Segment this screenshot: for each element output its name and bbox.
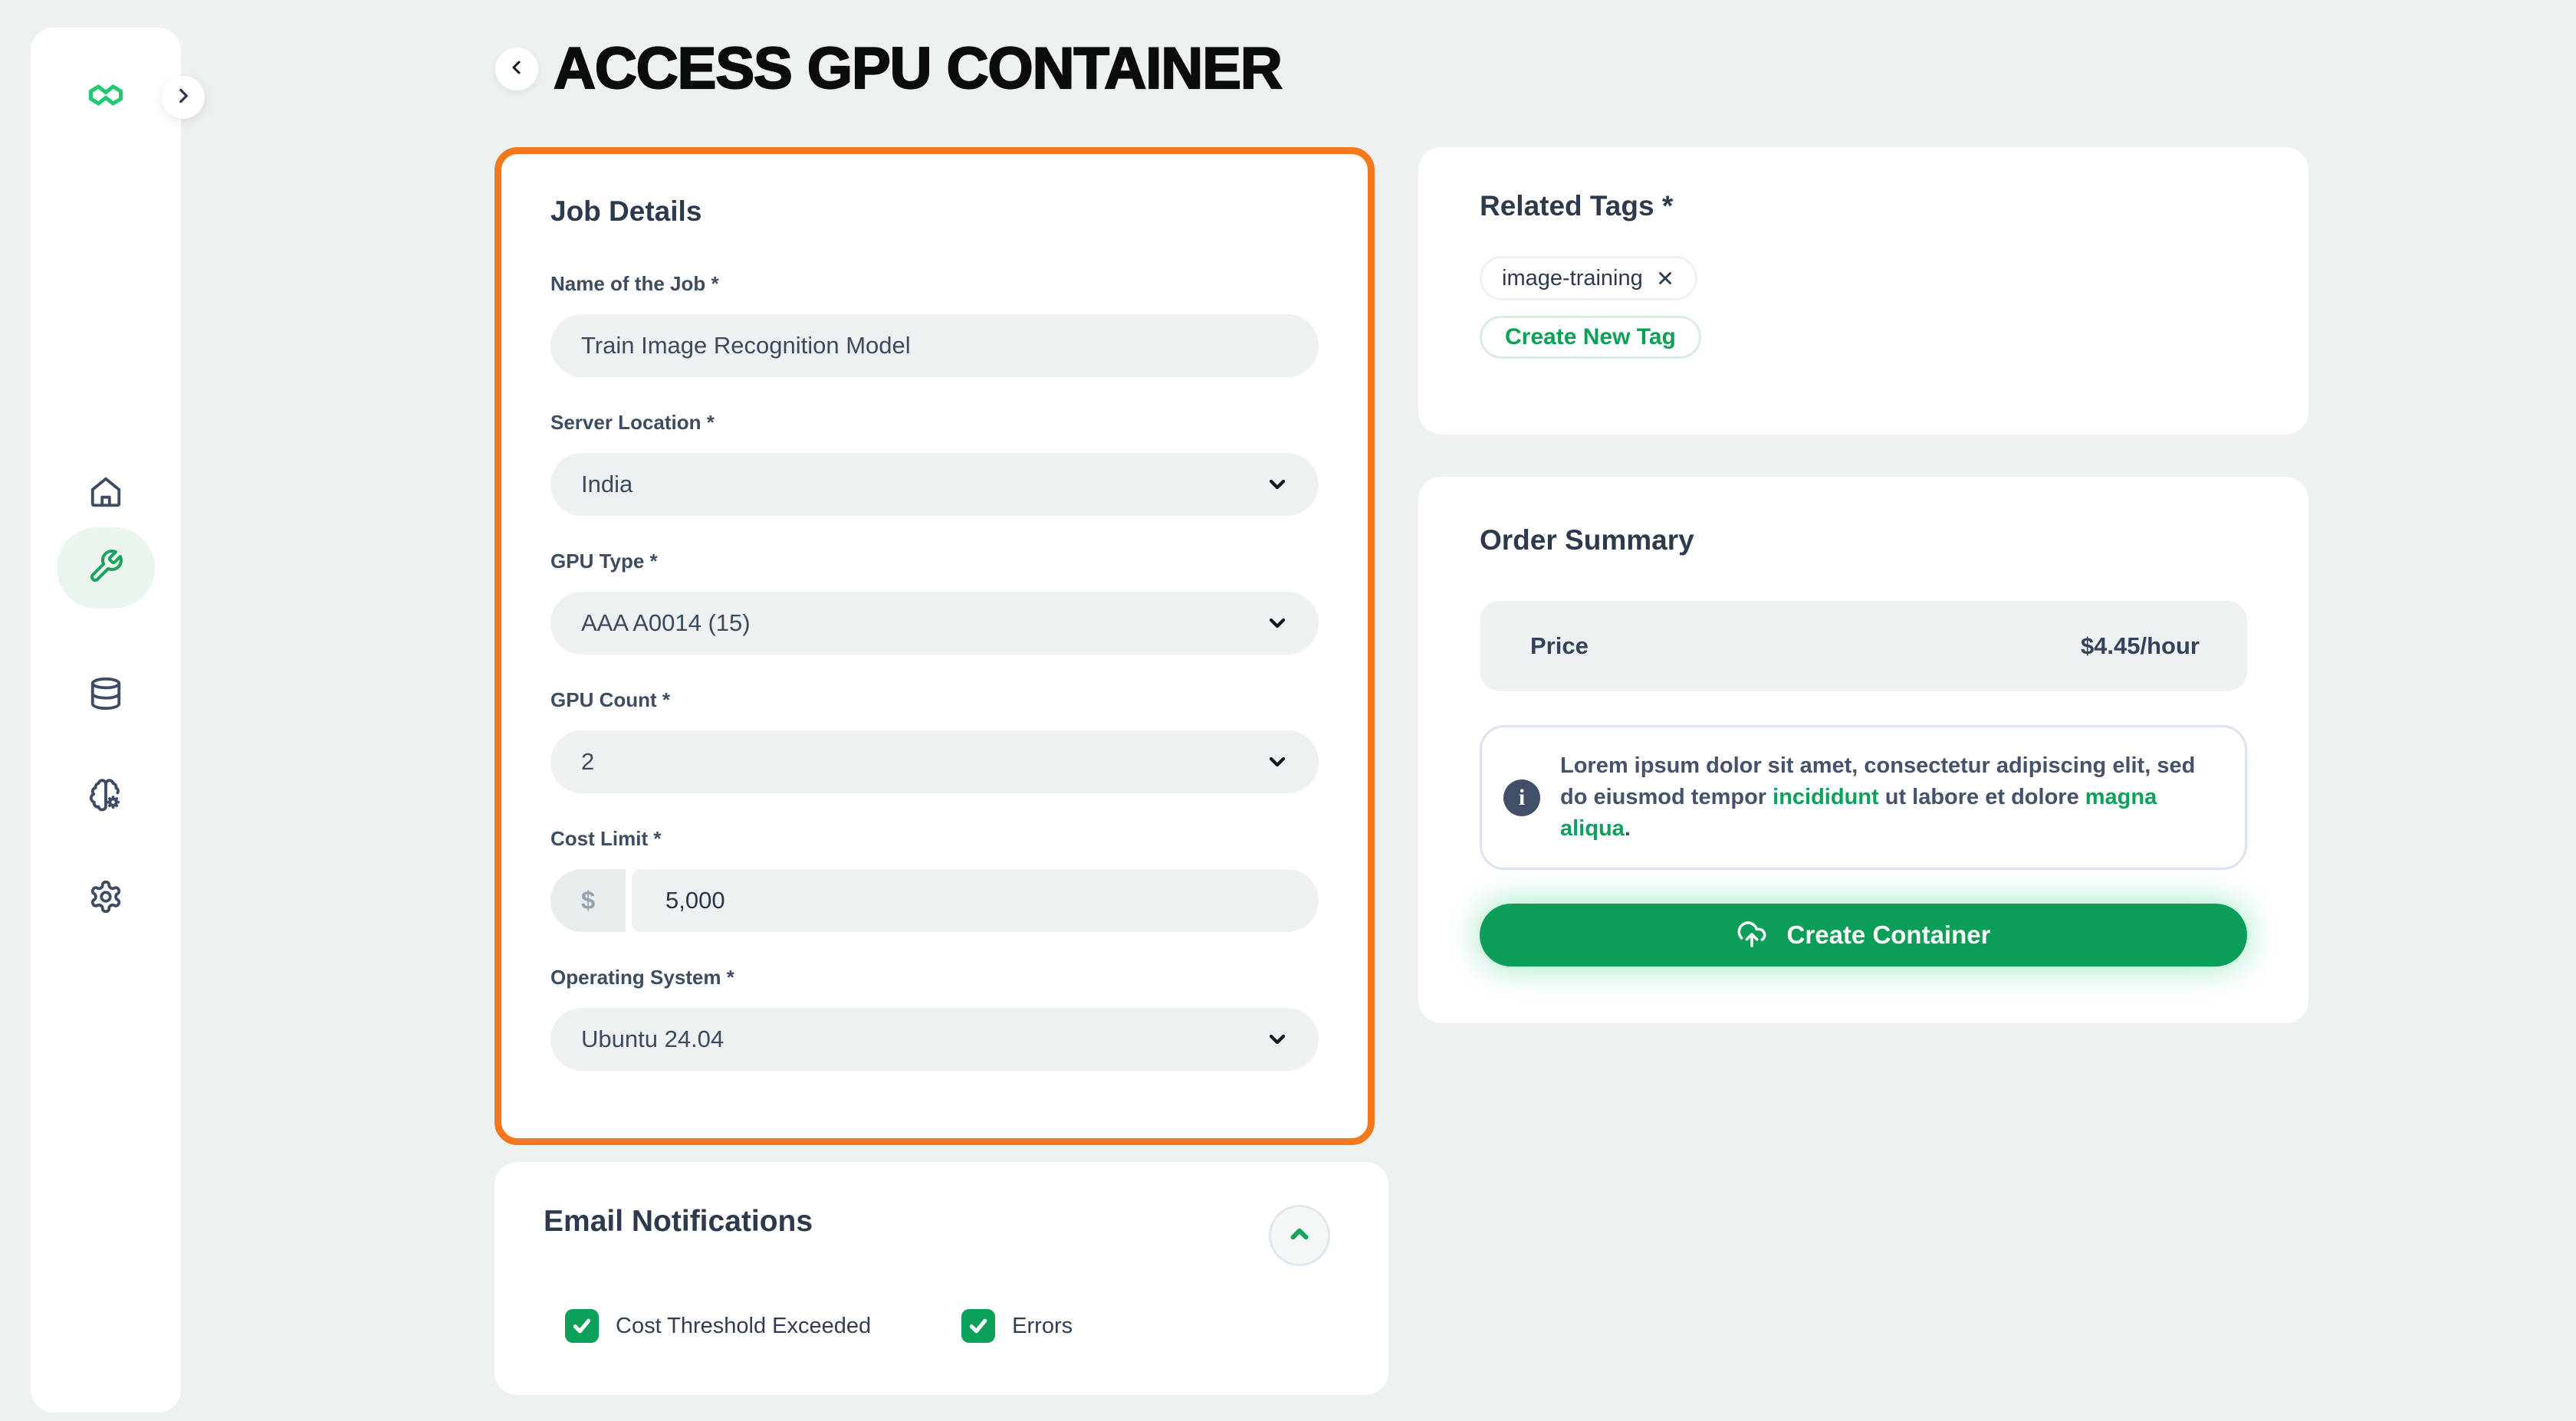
job-name-input[interactable]: Train Image Recognition Model: [550, 314, 1319, 377]
create-new-tag-button[interactable]: Create New Tag: [1480, 316, 1701, 359]
gpu-type-select[interactable]: AAA A0014 (15): [550, 592, 1319, 655]
sidebar-item-containers-active[interactable]: [57, 527, 155, 609]
order-summary-heading: Order Summary: [1480, 524, 2247, 556]
cloud-upload-icon: [1737, 919, 1767, 952]
create-new-tag-label: Create New Tag: [1505, 324, 1676, 350]
email-notifications-heading: Email Notifications: [544, 1205, 1339, 1239]
job-name-label: Name of the Job *: [550, 272, 1319, 296]
server-location-label: Server Location *: [550, 411, 1319, 435]
tag-chip: image-training: [1480, 256, 1697, 300]
create-container-label: Create Container: [1787, 921, 1991, 950]
server-location-value: India: [581, 471, 632, 498]
infinity-logo-icon: [87, 81, 125, 113]
price-label: Price: [1530, 632, 1589, 660]
email-notifications-card: Email Notifications Cost Threshold Excee…: [495, 1162, 1388, 1395]
price-value: $4.45/hour: [2081, 632, 2200, 660]
related-tags-heading: Related Tags *: [1480, 190, 2247, 222]
info-text-part: .: [1625, 816, 1631, 841]
gpu-count-label: GPU Count *: [550, 688, 1319, 712]
price-row: Price $4.45/hour: [1480, 601, 2247, 691]
errors-checkbox[interactable]: [961, 1309, 995, 1343]
errors-label[interactable]: Errors: [1012, 1314, 1073, 1339]
app-logo: [31, 81, 181, 113]
gpu-count-select[interactable]: 2: [550, 730, 1319, 793]
gpu-count-value: 2: [581, 748, 594, 776]
operating-system-value: Ubuntu 24.04: [581, 1026, 724, 1053]
chevron-right-icon: [173, 86, 193, 110]
page-title: ACCESS GPU CONTAINER: [554, 31, 1282, 107]
info-link-incididunt[interactable]: incididunt: [1773, 785, 1879, 809]
currency-prefix: $: [550, 869, 626, 932]
cost-limit-label: Cost Limit *: [550, 827, 1319, 851]
gear-icon: [88, 879, 123, 918]
chevron-down-icon: [1265, 472, 1290, 497]
sidebar: [31, 28, 181, 1413]
cost-limit-input[interactable]: 5,000: [632, 869, 1319, 932]
chevron-down-icon: [1265, 1027, 1290, 1052]
cost-threshold-option: Cost Threshold Exceeded: [565, 1309, 871, 1343]
pricing-info-box: i Lorem ipsum dolor sit amet, consectetu…: [1480, 725, 2247, 870]
job-name-value: Train Image Recognition Model: [581, 332, 911, 359]
cost-threshold-label[interactable]: Cost Threshold Exceeded: [616, 1314, 871, 1339]
chevron-up-icon: [1286, 1221, 1313, 1251]
job-details-card: Job Details Name of the Job * Train Imag…: [495, 147, 1375, 1145]
chevron-down-icon: [1265, 611, 1290, 635]
chevron-left-icon: [508, 58, 526, 80]
wrench-icon: [87, 548, 124, 589]
home-icon: [88, 474, 123, 514]
chevron-down-icon: [1265, 750, 1290, 774]
gpu-type-label: GPU Type *: [550, 550, 1319, 573]
back-button[interactable]: [495, 48, 538, 90]
notification-options: Cost Threshold Exceeded Errors: [565, 1309, 1073, 1343]
operating-system-select[interactable]: Ubuntu 24.04: [550, 1008, 1319, 1071]
database-icon: [88, 676, 123, 715]
sidebar-item-storage[interactable]: [31, 676, 181, 715]
remove-tag-icon[interactable]: [1655, 268, 1675, 288]
info-text-part: ut labore et dolore: [1879, 785, 2085, 809]
errors-option: Errors: [961, 1309, 1073, 1343]
sidebar-item-settings[interactable]: [31, 879, 181, 918]
cost-threshold-checkbox[interactable]: [565, 1309, 599, 1343]
related-tags-card: Related Tags * image-training Create New…: [1418, 147, 2308, 435]
operating-system-label: Operating System *: [550, 966, 1319, 989]
gpu-type-value: AAA A0014 (15): [581, 609, 751, 637]
brain-cog-icon: [88, 777, 123, 816]
sidebar-item-home[interactable]: [31, 474, 181, 514]
tag-label: image-training: [1502, 266, 1643, 291]
pricing-info-text: Lorem ipsum dolor sit amet, consectetur …: [1560, 750, 2214, 845]
cost-limit-value: 5,000: [665, 887, 725, 914]
gpu-container-page: ACCESS GPU CONTAINER Job Details Name of…: [0, 0, 2576, 1421]
info-circle-icon: i: [1503, 779, 1540, 816]
collapse-section-button[interactable]: [1269, 1205, 1330, 1266]
sidebar-item-ml-settings[interactable]: [31, 777, 181, 816]
order-summary-card: Order Summary Price $4.45/hour i Lorem i…: [1418, 477, 2308, 1023]
cost-limit-field: $ 5,000: [550, 869, 1319, 932]
server-location-select[interactable]: India: [550, 453, 1319, 516]
job-details-heading: Job Details: [550, 195, 1319, 228]
sidebar-expand-button[interactable]: [162, 76, 205, 119]
create-container-button[interactable]: Create Container: [1480, 904, 2247, 966]
